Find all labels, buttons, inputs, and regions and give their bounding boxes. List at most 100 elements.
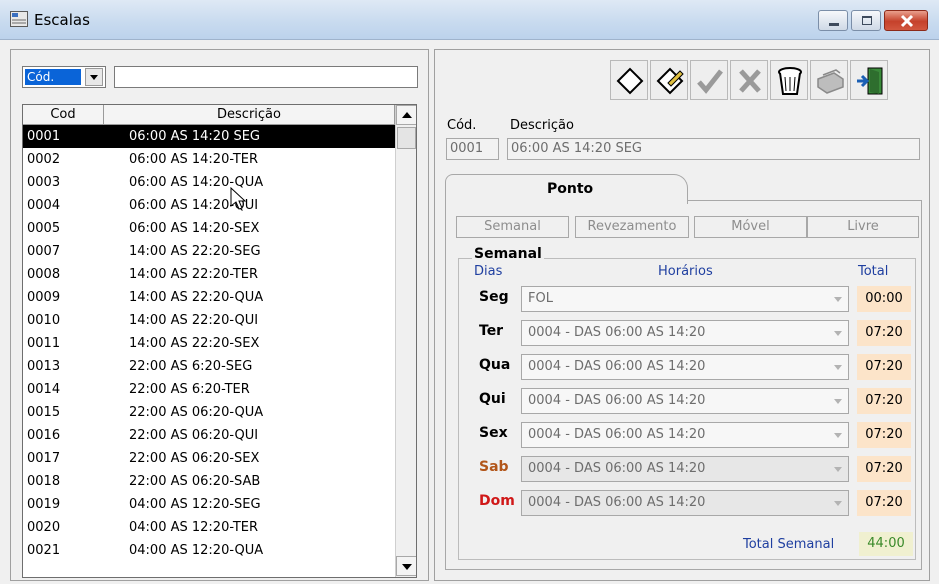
table-row[interactable]: 0021 04:00 AS 12:20-QUA	[23, 539, 395, 562]
cell-descricao: 04:00 AS 12:20-QUA	[129, 543, 264, 558]
cell-cod: 0009	[27, 290, 61, 305]
cell-descricao: 14:00 AS 22:20-SEX	[129, 336, 260, 351]
schedule-value: FOL	[528, 291, 553, 306]
schedule-select-sex[interactable]: 0004 - DAS 06:00 AS 14:20	[521, 422, 849, 448]
scroll-up-button[interactable]	[396, 105, 416, 125]
subtab-movel[interactable]: Móvel	[694, 216, 807, 238]
subtab-livre[interactable]: Livre	[807, 216, 919, 238]
new-button[interactable]	[610, 60, 648, 100]
vertical-scrollbar[interactable]	[395, 105, 416, 577]
cell-descricao: 14:00 AS 22:20-TER	[129, 267, 259, 282]
cell-descricao: 06:00 AS 14:20 SEG	[129, 129, 261, 144]
search-field-value: Cód.	[25, 69, 81, 85]
table-row[interactable]: 0004 06:00 AS 14:20-QUI	[23, 194, 395, 217]
day-label-sex: Sex	[479, 425, 508, 441]
arrow-down-icon	[402, 564, 412, 570]
cell-cod: 0008	[27, 267, 61, 282]
cell-cod: 0011	[27, 336, 61, 351]
table-row[interactable]: 0020 04:00 AS 12:20-TER	[23, 516, 395, 539]
code-label: Cód.	[447, 118, 477, 133]
chevron-down-icon	[834, 297, 842, 302]
title-bar: Escalas	[0, 0, 939, 40]
cell-descricao: 06:00 AS 14:20-SEX	[129, 221, 260, 236]
day-label-qua: Qua	[479, 357, 511, 373]
cell-descricao: 14:00 AS 22:20-SEG	[129, 244, 261, 259]
day-label-sab: Sab	[479, 459, 509, 475]
day-total-ter: 07:20	[857, 320, 911, 346]
cell-cod: 0004	[27, 198, 61, 213]
edit-button[interactable]	[650, 60, 688, 100]
cell-cod: 0021	[27, 543, 61, 558]
table-row[interactable]: 0010 14:00 AS 22:20-QUI	[23, 309, 395, 332]
subtab-semanal[interactable]: Semanal	[456, 216, 569, 238]
column-header-descricao[interactable]: Descrição	[104, 105, 395, 124]
delete-button[interactable]	[770, 60, 808, 100]
cell-cod: 0002	[27, 152, 61, 167]
close-icon	[900, 14, 914, 28]
table-row[interactable]: 0015 22:00 AS 06:20-QUA	[23, 401, 395, 424]
print-icon	[817, 69, 844, 94]
exit-icon	[857, 67, 883, 95]
dropdown-arrow-icon[interactable]	[85, 68, 103, 86]
confirm-button[interactable]	[690, 60, 728, 100]
scroll-thumb[interactable]	[397, 127, 416, 149]
table-row[interactable]: 0014 22:00 AS 6:20-TER	[23, 378, 395, 401]
schedule-select-qua[interactable]: 0004 - DAS 06:00 AS 14:20	[521, 354, 849, 380]
description-label: Descrição	[510, 118, 574, 133]
schedule-grid[interactable]: Cod Descrição 0001 06:00 AS 14:20 SEG 0002…	[22, 104, 417, 578]
arrow-up-icon	[402, 112, 412, 118]
table-row[interactable]: 0016 22:00 AS 06:20-QUI	[23, 424, 395, 447]
column-dias: Dias	[474, 264, 503, 279]
cell-cod: 0014	[27, 382, 61, 397]
table-row[interactable]: 0008 14:00 AS 22:20-TER	[23, 263, 395, 286]
maximize-icon	[862, 16, 872, 25]
table-row[interactable]: 0003 06:00 AS 14:20-QUA	[23, 171, 395, 194]
minimize-button[interactable]	[818, 10, 848, 31]
edit-icon	[656, 67, 684, 95]
schedule-select-seg[interactable]: FOL	[521, 286, 849, 312]
delete-icon	[778, 67, 802, 95]
cell-cod: 0005	[27, 221, 61, 236]
maximize-button[interactable]	[851, 10, 881, 31]
table-row[interactable]: 0018 22:00 AS 06:20-SAB	[23, 470, 395, 493]
chevron-down-icon	[834, 501, 842, 506]
cancel-button[interactable]	[730, 60, 768, 100]
exit-button[interactable]	[850, 60, 888, 100]
schedule-value: 0004 - DAS 06:00 AS 14:20	[528, 325, 706, 340]
cell-descricao: 14:00 AS 22:20-QUA	[129, 290, 264, 305]
table-row[interactable]: 0007 14:00 AS 22:20-SEG	[23, 240, 395, 263]
close-button[interactable]	[884, 10, 928, 31]
table-row[interactable]: 0009 14:00 AS 22:20-QUA	[23, 286, 395, 309]
table-row[interactable]: 0001 06:00 AS 14:20 SEG	[23, 125, 395, 148]
schedule-value: 0004 - DAS 06:00 AS 14:20	[528, 393, 706, 408]
grid-header: Cod Descrição	[23, 105, 395, 125]
table-row[interactable]: 0013 22:00 AS 6:20-SEG	[23, 355, 395, 378]
cell-cod: 0018	[27, 474, 61, 489]
schedule-value: 0004 - DAS 06:00 AS 14:20	[528, 359, 706, 374]
cell-cod: 0003	[27, 175, 61, 190]
column-header-cod[interactable]: Cod	[23, 105, 104, 124]
cell-descricao: 22:00 AS 06:20-SEX	[129, 451, 260, 466]
subtab-revezamento[interactable]: Revezamento	[575, 216, 689, 238]
cell-descricao: 22:00 AS 6:20-TER	[129, 382, 250, 397]
table-row[interactable]: 0019 04:00 AS 12:20-SEG	[23, 493, 395, 516]
window-title: Escalas	[34, 11, 90, 29]
schedule-select-qui[interactable]: 0004 - DAS 06:00 AS 14:20	[521, 388, 849, 414]
confirm-icon	[697, 69, 723, 94]
scroll-down-button[interactable]	[396, 556, 416, 576]
schedule-select-ter[interactable]: 0004 - DAS 06:00 AS 14:20	[521, 320, 849, 346]
schedule-value: 0004 - DAS 06:00 AS 14:20	[528, 495, 706, 510]
schedule-select-dom[interactable]: 0004 - DAS 06:00 AS 14:20	[521, 490, 849, 516]
description-field[interactable]: 06:00 AS 14:20 SEG	[507, 138, 920, 160]
chevron-down-icon	[834, 399, 842, 404]
table-row[interactable]: 0011 14:00 AS 22:20-SEX	[23, 332, 395, 355]
schedule-select-sab[interactable]: 0004 - DAS 06:00 AS 14:20	[521, 456, 849, 482]
search-field-select[interactable]: Cód.	[22, 66, 106, 88]
table-row[interactable]: 0005 06:00 AS 14:20-SEX	[23, 217, 395, 240]
print-button[interactable]	[810, 60, 848, 100]
table-row[interactable]: 0017 22:00 AS 06:20-SEX	[23, 447, 395, 470]
cell-cod: 0019	[27, 497, 61, 512]
table-row[interactable]: 0002 06:00 AS 14:20-TER	[23, 148, 395, 171]
search-input[interactable]	[114, 66, 418, 88]
code-field[interactable]: 0001	[446, 138, 499, 160]
